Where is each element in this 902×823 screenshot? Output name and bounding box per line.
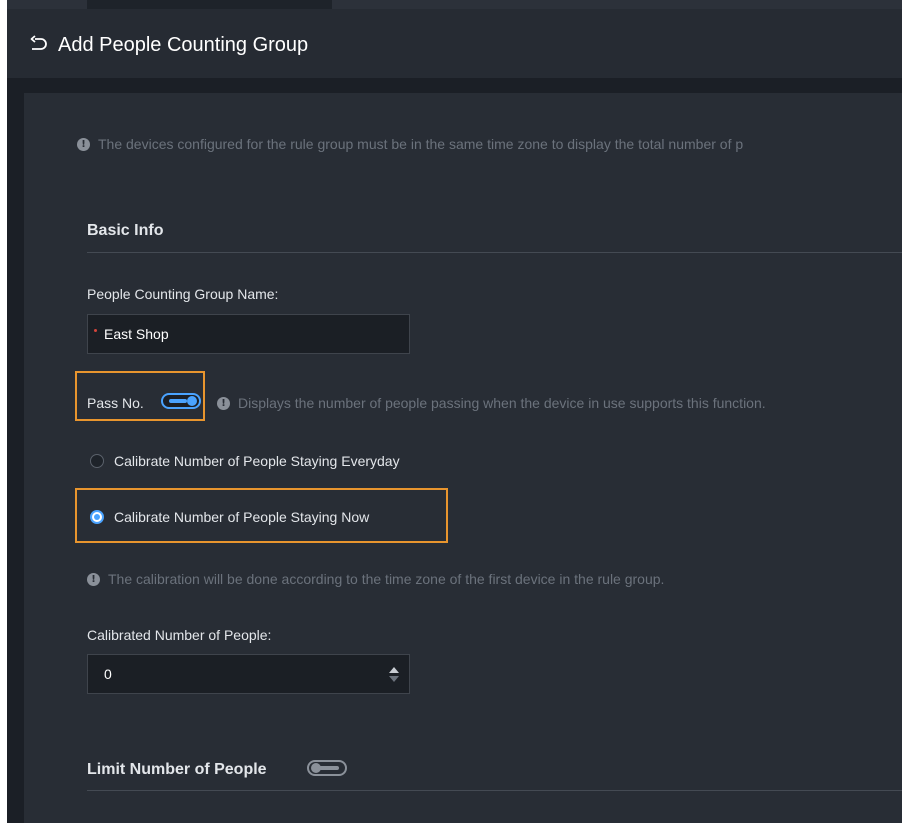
radio-button-selected[interactable] <box>90 510 104 524</box>
radio-calibrate-everyday-label: Calibrate Number of People Staying Every… <box>114 453 400 469</box>
form-panel: ! The devices configured for the rule gr… <box>24 93 902 823</box>
limit-people-toggle[interactable] <box>307 760 347 776</box>
group-name-input[interactable]: East Shop <box>87 314 410 354</box>
page-title: Add People Counting Group <box>58 34 309 56</box>
radio-calibrate-now[interactable]: Calibrate Number of People Staying Now <box>90 509 369 525</box>
pass-no-notice: ! Displays the number of people passing … <box>217 395 766 411</box>
time-zone-notice-text: The devices configured for the rule grou… <box>98 136 744 152</box>
info-circle-icon: ! <box>87 572 100 586</box>
toggle-knob <box>311 763 321 773</box>
calibrated-number-input[interactable]: 0 <box>87 654 410 694</box>
limit-people-divider <box>87 790 902 791</box>
time-zone-notice: ! The devices configured for the rule gr… <box>77 136 743 152</box>
page-header: Add People Counting Group <box>7 9 902 78</box>
pass-no-notice-text: Displays the number of people passing wh… <box>238 395 766 411</box>
toggle-track <box>319 766 339 770</box>
info-circle-icon: ! <box>77 137 90 151</box>
basic-info-title: Basic Info <box>87 222 164 239</box>
radio-calibrate-now-label: Calibrate Number of People Staying Now <box>114 509 370 525</box>
toggle-knob <box>187 396 197 406</box>
radio-calibrate-everyday[interactable]: Calibrate Number of People Staying Every… <box>90 453 400 469</box>
spin-up-icon[interactable] <box>389 667 399 673</box>
limit-people-title: Limit Number of People <box>87 761 267 778</box>
undo-arrow-icon[interactable] <box>29 35 49 55</box>
calibration-notice-text: The calibration will be done according t… <box>108 571 665 587</box>
calibrated-number-value: 0 <box>104 666 112 682</box>
info-circle-icon: ! <box>217 396 230 410</box>
group-name-label: People Counting Group Name: <box>87 286 279 302</box>
basic-info-divider <box>87 252 902 253</box>
calibration-notice: ! The calibration will be done according… <box>87 571 664 587</box>
top-tab-strip <box>7 0 902 9</box>
pass-no-label: Pass No. <box>87 395 144 411</box>
tab-segment[interactable] <box>87 0 332 9</box>
toggle-track <box>169 399 187 403</box>
app-window: Add People Counting Group ! The devices … <box>7 0 902 823</box>
group-name-value: East Shop <box>104 326 169 342</box>
required-indicator <box>94 329 97 332</box>
pass-no-toggle[interactable] <box>161 393 201 409</box>
spin-down-icon[interactable] <box>389 676 399 682</box>
calibrated-number-label: Calibrated Number of People: <box>87 627 272 643</box>
number-spinner[interactable] <box>389 667 399 683</box>
radio-button-unselected[interactable] <box>90 454 104 468</box>
